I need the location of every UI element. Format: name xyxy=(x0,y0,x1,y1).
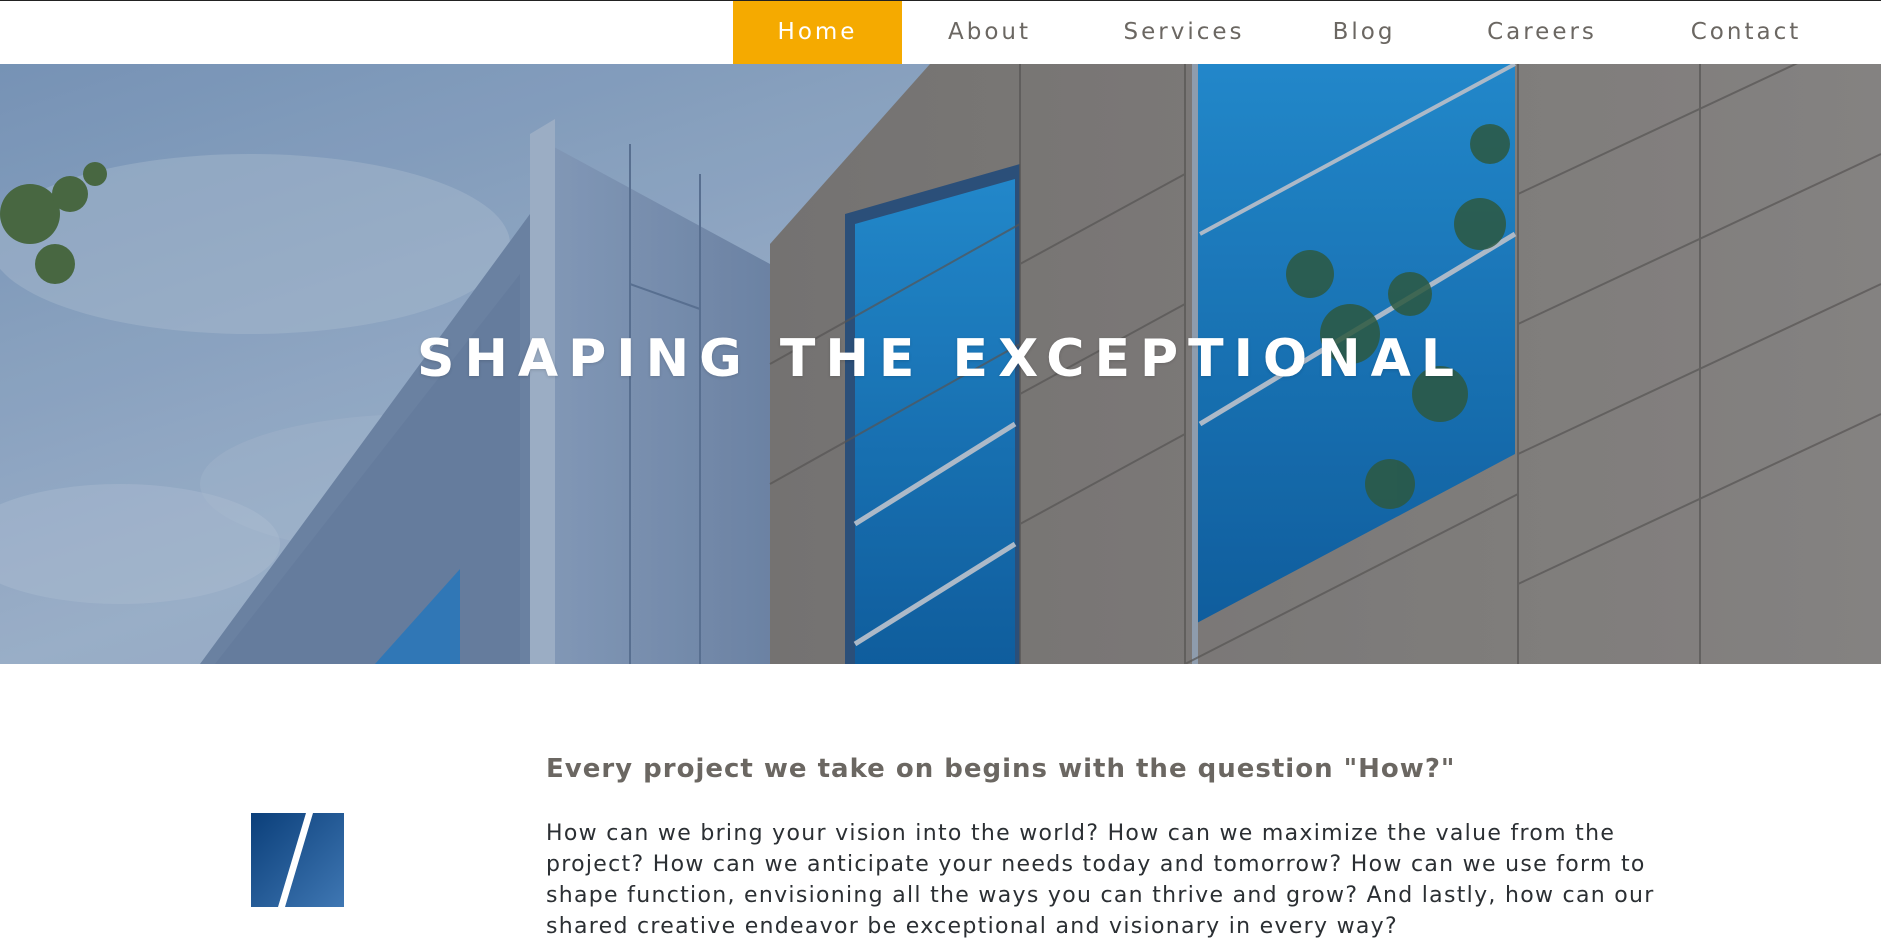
nav-services[interactable]: Services xyxy=(1077,1,1291,64)
logo-mark-icon xyxy=(251,813,344,907)
hero-banner: SHAPING THE EXCEPTIONAL xyxy=(0,64,1881,664)
intro-paragraph: How can we bring your vision into the wo… xyxy=(546,821,1655,939)
hero-title: SHAPING THE EXCEPTIONAL xyxy=(416,329,1465,389)
nav-contact[interactable]: Contact xyxy=(1647,1,1845,64)
nav-about[interactable]: About xyxy=(902,1,1077,64)
intro-heading: Every project we take on begins with the… xyxy=(546,753,1456,784)
nav-careers[interactable]: Careers xyxy=(1437,1,1647,64)
nav-blog[interactable]: Blog xyxy=(1291,1,1437,64)
nav-home[interactable]: Home xyxy=(733,1,902,64)
main-nav: Home About Services Blog Careers Contact xyxy=(0,1,1881,64)
